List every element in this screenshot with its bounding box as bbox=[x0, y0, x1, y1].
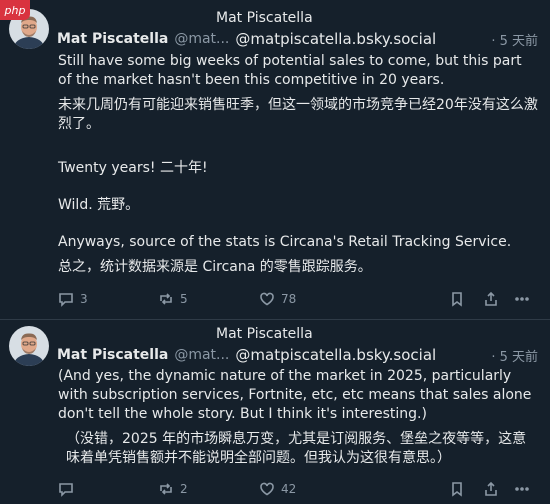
post-text-line: 总之，统计数据来源是 Circana 的零售跟踪服务。 bbox=[58, 259, 372, 275]
avatar[interactable] bbox=[9, 326, 49, 366]
repost-count: 5 bbox=[180, 292, 188, 306]
like-count: 42 bbox=[281, 482, 297, 496]
like-count: 78 bbox=[281, 292, 297, 306]
repost-count: 2 bbox=[180, 482, 188, 496]
share-upload-icon bbox=[485, 481, 497, 496]
speech-bubble-icon bbox=[59, 293, 73, 307]
post-time[interactable]: · 5 天前 bbox=[491, 30, 538, 49]
share-upload-icon bbox=[485, 291, 497, 306]
share-button[interactable] bbox=[483, 479, 499, 499]
post-text-line: Wild. 荒野。 bbox=[58, 197, 140, 213]
post-text-line: Twenty years! 二十年! bbox=[58, 160, 208, 176]
bookmark-button[interactable] bbox=[449, 479, 465, 499]
like-button[interactable]: 42 bbox=[259, 479, 296, 499]
post-1[interactable]: Mat Piscatella Mat Piscatella @mat... @m… bbox=[0, 0, 550, 319]
share-button[interactable] bbox=[483, 289, 499, 309]
repost-button[interactable]: 2 bbox=[158, 479, 188, 499]
post-text-line: Anyways, source of the stats is Circana'… bbox=[58, 234, 512, 250]
post-2[interactable]: Mat Piscatella Mat Piscatella @mat... @m… bbox=[0, 319, 550, 504]
author-handle-full[interactable]: @matpiscatella.bsky.social bbox=[235, 346, 436, 364]
post-text-line: (And yes, the dynamic nature of the mark… bbox=[58, 368, 532, 422]
heart-icon bbox=[260, 292, 274, 306]
post-actions: 2 42 bbox=[58, 479, 530, 499]
post-body: (And yes, the dynamic nature of the mark… bbox=[58, 367, 538, 468]
repost-button[interactable]: 5 bbox=[158, 289, 188, 309]
php-badge: php bbox=[0, 0, 30, 20]
repost-arrows-icon bbox=[160, 293, 172, 305]
post-text-line: （没错，2025 年的市场瞬息万变，尤其是订阅服务、堡垒之夜等等，这意味着单凭销… bbox=[66, 431, 527, 466]
author-handle-short[interactable]: @mat... bbox=[174, 347, 229, 363]
author-name[interactable]: Mat Piscatella bbox=[57, 347, 168, 363]
more-button[interactable] bbox=[514, 289, 530, 309]
more-dots-icon bbox=[515, 297, 529, 301]
post-text-line: 未来几周仍有可能迎来销售旺季，但这一领域的市场竞争已经20年没有这么激烈了。 bbox=[58, 97, 538, 132]
post-header: Mat Piscatella @mat... @matpiscatella.bs… bbox=[57, 29, 538, 49]
speech-bubble-icon bbox=[59, 483, 73, 497]
repost-arrows-icon bbox=[160, 483, 172, 495]
display-name-top: Mat Piscatella bbox=[216, 10, 313, 26]
post-body: Still have some big weeks of potential s… bbox=[58, 52, 538, 277]
bookmark-icon bbox=[452, 482, 462, 497]
heart-icon bbox=[260, 482, 274, 496]
like-button[interactable]: 78 bbox=[259, 289, 296, 309]
more-button[interactable] bbox=[514, 479, 530, 499]
post-text-line: Still have some big weeks of potential s… bbox=[58, 53, 522, 88]
bookmark-icon bbox=[452, 292, 462, 307]
post-time[interactable]: · 5 天前 bbox=[491, 346, 538, 365]
post-header: Mat Piscatella @mat... @matpiscatella.bs… bbox=[57, 345, 538, 365]
reply-button[interactable] bbox=[58, 479, 80, 499]
display-name-top: Mat Piscatella bbox=[216, 326, 313, 342]
more-dots-icon bbox=[515, 487, 529, 491]
author-handle-short[interactable]: @mat... bbox=[174, 31, 229, 47]
author-handle-full[interactable]: @matpiscatella.bsky.social bbox=[235, 30, 436, 48]
post-actions: 3 5 78 bbox=[58, 289, 530, 309]
reply-button[interactable]: 3 bbox=[58, 289, 88, 309]
reply-count: 3 bbox=[80, 292, 88, 306]
author-name[interactable]: Mat Piscatella bbox=[57, 31, 168, 47]
bookmark-button[interactable] bbox=[449, 289, 465, 309]
